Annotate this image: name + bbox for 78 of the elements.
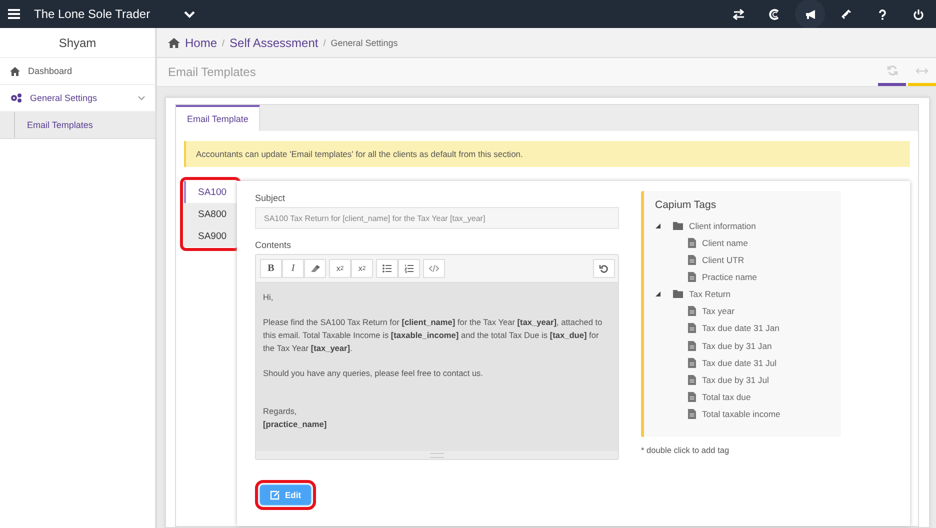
breadcrumb-separator: / bbox=[222, 38, 225, 48]
code-view-button[interactable] bbox=[423, 259, 445, 278]
resize-handle[interactable] bbox=[256, 451, 618, 459]
sidebar-subitem[interactable]: Email Templates bbox=[0, 112, 155, 139]
field-label: Subject bbox=[255, 193, 286, 203]
breadcrumb-current: General Settings bbox=[330, 38, 398, 48]
menu-icon[interactable] bbox=[8, 9, 20, 19]
template-tab[interactable]: SA900 bbox=[184, 225, 237, 247]
code-view-icon bbox=[429, 264, 439, 273]
tag-item[interactable]: Tax due date 31 Jul bbox=[655, 354, 841, 372]
transfer-icon[interactable] bbox=[732, 8, 744, 20]
folder-icon bbox=[673, 222, 683, 230]
bullet-list-button[interactable] bbox=[376, 259, 398, 278]
home-icon[interactable] bbox=[168, 38, 180, 48]
email-text: [practice_name] bbox=[263, 418, 328, 431]
tab[interactable]: Email Template bbox=[176, 105, 260, 131]
breadcrumb-link[interactable]: Home bbox=[185, 36, 218, 50]
subject-field[interactable]: SA100 Tax Return for [client_name] for the Tax Year [tax_year] bbox=[255, 207, 619, 229]
undo-button[interactable] bbox=[593, 259, 615, 278]
tag-item[interactable]: Client UTR bbox=[655, 251, 841, 268]
file-icon bbox=[688, 323, 696, 334]
chevron-down-icon[interactable] bbox=[184, 10, 195, 18]
horizontal-arrows-icon bbox=[916, 68, 928, 74]
power-icon[interactable] bbox=[912, 8, 924, 20]
eraser-icon bbox=[310, 264, 320, 273]
tag-item[interactable]: Tax year bbox=[655, 302, 841, 320]
home-icon bbox=[10, 66, 20, 76]
undo-icon bbox=[599, 264, 609, 273]
template-tab[interactable]: SA800 bbox=[184, 203, 237, 225]
tag-item[interactable]: Practice name bbox=[655, 268, 841, 286]
refresh-icon bbox=[886, 65, 898, 76]
tag-item[interactable]: Total taxable income bbox=[655, 406, 841, 423]
folder-icon bbox=[673, 290, 683, 298]
hint-text: * double click to add tag bbox=[641, 444, 730, 455]
user-name: Shyam bbox=[0, 28, 155, 58]
caret-icon bbox=[655, 222, 661, 228]
panel-title: Capium Tags bbox=[655, 199, 718, 211]
c-logo-icon[interactable] bbox=[768, 8, 780, 20]
tag-item[interactable]: Client name bbox=[655, 234, 841, 252]
file-icon bbox=[688, 306, 696, 316]
file-icon bbox=[688, 409, 696, 420]
file-icon bbox=[688, 358, 696, 368]
chevron-icon bbox=[138, 96, 145, 100]
megaphone-icon[interactable] bbox=[804, 8, 816, 20]
file-icon bbox=[688, 254, 696, 265]
rich-text-editor[interactable] bbox=[255, 254, 619, 460]
file-icon bbox=[688, 238, 696, 248]
file-icon bbox=[688, 374, 696, 385]
italic-button[interactable]: I bbox=[282, 259, 304, 278]
sidebar-item[interactable]: Dashboard bbox=[0, 58, 155, 85]
tag-item[interactable]: Total tax due bbox=[655, 388, 841, 406]
page-title: Email Templates bbox=[168, 65, 256, 79]
help-icon[interactable] bbox=[876, 8, 888, 20]
tag-item[interactable]: Tax due date 31 Jan bbox=[655, 320, 841, 337]
numbered-list-button[interactable] bbox=[398, 259, 420, 278]
file-icon bbox=[688, 340, 696, 351]
field-label: Contents bbox=[255, 240, 292, 250]
tag-item[interactable]: Tax due by 31 Jul bbox=[655, 371, 841, 388]
bullet-list-icon bbox=[382, 264, 392, 273]
pencil-square-icon bbox=[270, 490, 280, 500]
app-title: The Lone Sole Trader bbox=[34, 7, 152, 21]
info-alert: Accountants can update 'Email templates' for all the clients as default from this section. bbox=[184, 141, 910, 167]
caret-icon bbox=[655, 291, 661, 298]
email-text: Please find the SA100 Tax Return for [client_name] for the Tax Year [tax_year], attached to this email. Total Taxable Income is [taxable_income] and the total Tax Due is [tax_due] for the Tax Year [tax_year]. bbox=[263, 316, 604, 355]
tag-item[interactable]: Tax due by 31 Jan bbox=[655, 336, 841, 354]
email-text: Regards, bbox=[263, 405, 298, 418]
email-text: Hi, bbox=[263, 291, 274, 304]
file-icon bbox=[688, 392, 696, 402]
email-text: Should you have any queries, please feel free to contact us. bbox=[263, 367, 484, 380]
breadcrumb-link[interactable]: Self Assessment bbox=[230, 36, 318, 50]
superscript-button[interactable]: x$^{2}$ bbox=[329, 259, 351, 278]
numbered-list-icon bbox=[404, 264, 414, 273]
tree-folder[interactable]: Tax Return bbox=[655, 286, 841, 303]
breadcrumb-separator: / bbox=[323, 38, 326, 48]
bold-button[interactable]: B bbox=[260, 259, 282, 278]
file-icon bbox=[688, 272, 696, 282]
tree-folder[interactable]: Client information bbox=[655, 217, 841, 234]
eraser-button[interactable] bbox=[304, 259, 326, 278]
